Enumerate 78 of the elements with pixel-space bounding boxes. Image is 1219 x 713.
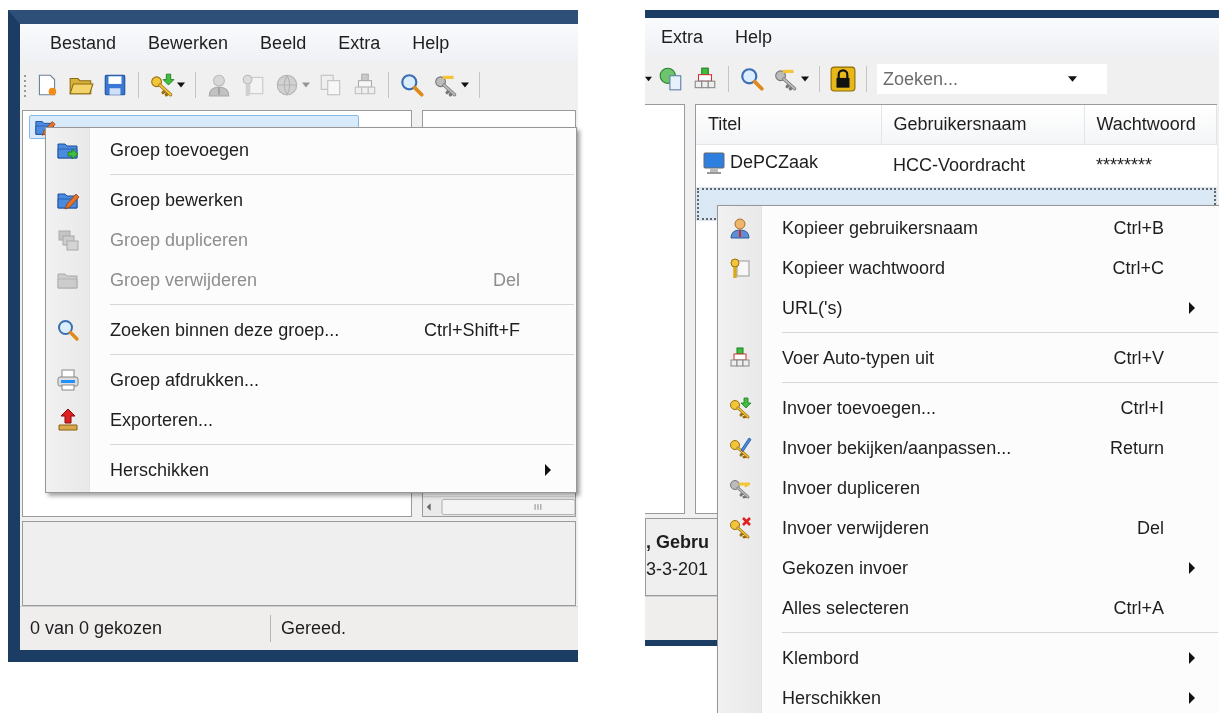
status-text: Gereed.: [270, 615, 357, 642]
user-icon: [206, 72, 232, 98]
menu-bar-item[interactable]: Help: [396, 27, 466, 59]
shortcut-text: Ctrl+C: [1112, 256, 1164, 280]
key-pencil-icon: [728, 436, 752, 460]
menu-item[interactable]: Gekozen invoer: [718, 548, 1219, 588]
menu-bar-item[interactable]: Help: [719, 21, 789, 53]
menu-item[interactable]: Exporteren...: [46, 400, 576, 440]
shortcut-text: Ctrl+B: [1113, 216, 1164, 240]
shortcut-text: Ctrl+A: [1113, 596, 1164, 620]
menu-item[interactable]: Invoer verwijderen Del: [718, 508, 1219, 548]
submenu-arrow-icon: [1189, 562, 1195, 574]
status-text: 0 van 0 gekozen: [29, 617, 164, 640]
menu-item[interactable]: Herschikken: [718, 678, 1219, 713]
submenu-arrow-icon: [1189, 652, 1195, 664]
table-row[interactable]: DePCZaak HCC-Voordracht ********: [696, 144, 1217, 187]
caret-icon: [1068, 76, 1077, 82]
menu-bar-item[interactable]: Bestand: [34, 27, 133, 59]
search-icon: [739, 66, 765, 92]
key-cross-icon: [728, 516, 752, 540]
shortcut-text: Ctrl+I: [1120, 396, 1164, 420]
column-header[interactable]: Titel: [696, 105, 881, 145]
menu-item[interactable]: Groep bewerken: [46, 180, 576, 220]
menu-item[interactable]: Voer Auto-typen uit Ctrl+V: [718, 338, 1219, 378]
column-header[interactable]: Wachtwoord: [1084, 105, 1217, 145]
table-cell: HCC-Voordracht: [893, 155, 1026, 176]
menu-item[interactable]: Kopieer gebruikersnaam Ctrl+B: [718, 208, 1219, 248]
key-plus-icon: [728, 396, 752, 420]
detail-text: , Gebru: [646, 531, 709, 554]
caret-icon: [177, 82, 185, 88]
search-field[interactable]: Zoeken...: [877, 64, 1107, 94]
keyboard-keys-icon: [728, 346, 752, 370]
key-plus-icon: [149, 72, 175, 98]
shortcut-text: Ctrl+Shift+F: [423, 318, 520, 342]
submenu-arrow-icon: [545, 464, 551, 476]
user-icon: [728, 216, 752, 240]
menu-item[interactable]: Invoer bekijken/aanpassen... Return: [718, 428, 1219, 468]
submenu-arrow-icon: [1189, 692, 1195, 704]
menu-item[interactable]: Zoeken binnen deze groep... Ctrl+Shift+F: [46, 310, 576, 350]
menu-item[interactable]: Groep toevoegen: [46, 130, 576, 170]
table-cell: ********: [1096, 155, 1153, 176]
menu-item[interactable]: Invoer dupliceren: [718, 468, 1219, 508]
globe-icon: [274, 72, 300, 98]
menu-item[interactable]: Invoer toevoegen... Ctrl+I: [718, 388, 1219, 428]
shortcut-text: Ctrl+V: [1113, 346, 1164, 370]
key-note-icon: [240, 72, 266, 98]
search-icon: [56, 318, 80, 342]
menu-item[interactable]: URL('s): [718, 288, 1219, 328]
menu-item[interactable]: Kopieer wachtwoord Ctrl+C: [718, 248, 1219, 288]
menu-bar-item[interactable]: Extra: [645, 21, 719, 53]
table-cell-text: DePCZaak: [730, 151, 819, 174]
search-icon: [399, 72, 425, 98]
printer-icon: [56, 368, 80, 392]
menu-item[interactable]: Groep afdrukken...: [46, 360, 576, 400]
export-arrow-icon: [56, 408, 80, 432]
shortcut-text: Del: [1137, 516, 1164, 540]
folders-icon: [56, 228, 80, 252]
menu-item[interactable]: Klembord: [718, 638, 1219, 678]
column-header[interactable]: Gebruikersnaam: [881, 105, 1084, 145]
menu-bar-item[interactable]: Bewerken: [132, 27, 245, 59]
caret-icon: [302, 82, 310, 88]
caret-icon: [461, 82, 469, 88]
shortcut-text: Return: [1109, 436, 1164, 460]
toolbar-button[interactable]: [828, 64, 858, 94]
monitor-icon: [702, 150, 726, 175]
menu-bar-item[interactable]: Extra: [322, 27, 397, 59]
lock-icon: [830, 66, 856, 92]
caret-icon: [801, 76, 809, 82]
submenu-arrow-icon: [1189, 302, 1195, 314]
globe-copy-icon: [658, 66, 684, 92]
menu-item[interactable]: Alles selecteren Ctrl+A: [718, 588, 1219, 628]
menu-item[interactable]: Herschikken: [46, 450, 576, 490]
shortcut-text: Del: [493, 268, 520, 292]
detail-text: 3-3-201: [646, 558, 709, 581]
grip-icon: [24, 73, 28, 97]
menu-bar-item[interactable]: Beeld: [244, 27, 323, 59]
key-note-icon: [728, 256, 752, 280]
caret-icon: [645, 76, 652, 82]
